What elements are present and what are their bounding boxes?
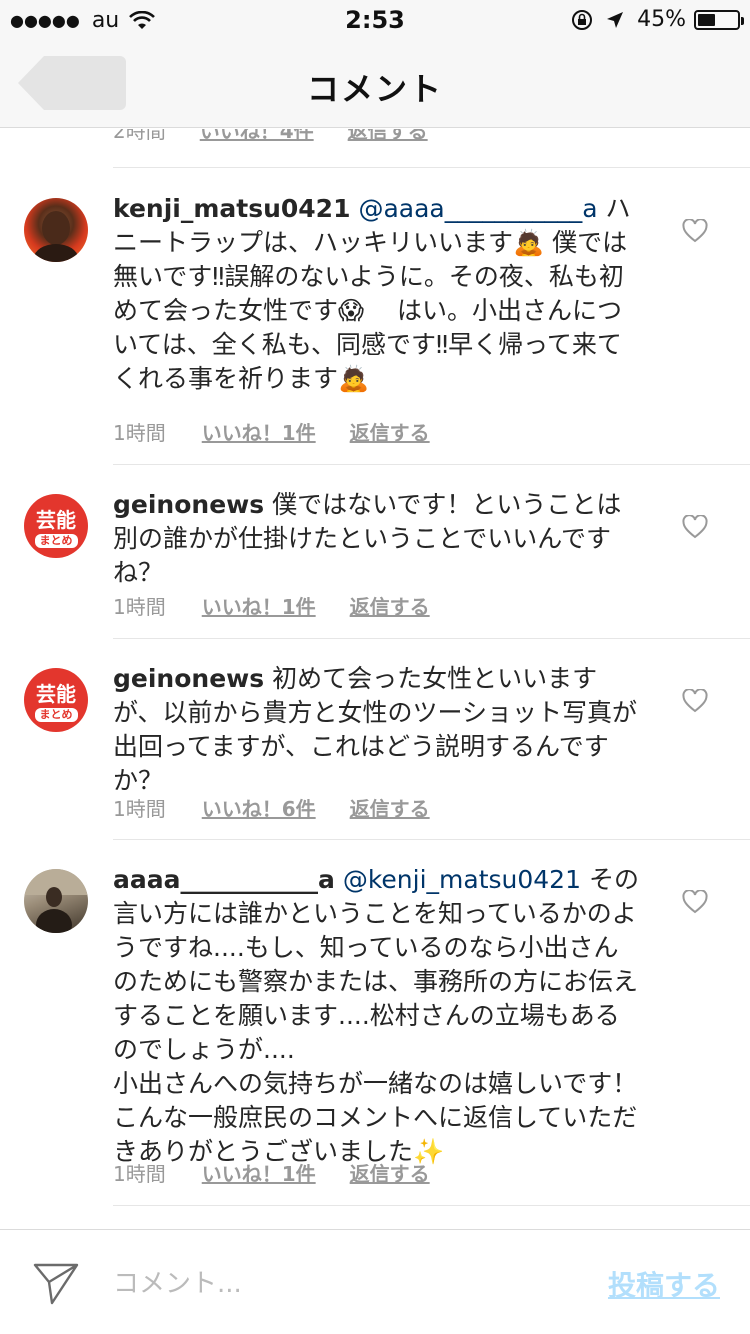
comment-meta: 1時間 いいね！6件 返信する xyxy=(113,793,430,822)
heart-icon[interactable] xyxy=(682,890,708,914)
avatar[interactable] xyxy=(24,198,88,262)
comment-text-block: aaaa___________a @kenji_matsu0421 その言い方に… xyxy=(113,863,643,1169)
avatar-badge-top: 芸能 xyxy=(36,507,76,532)
heart-icon[interactable] xyxy=(682,689,708,713)
comment-text-block: geinonews 僕ではないです！ということは別の誰かが仕掛けたということでい… xyxy=(113,488,643,590)
comment-username[interactable]: geinonews xyxy=(113,490,264,519)
comment-username[interactable]: kenji_matsu0421 xyxy=(113,194,350,223)
comment-mention[interactable]: @aaaa___________a xyxy=(358,194,597,223)
comment-input[interactable] xyxy=(113,1266,553,1302)
comment-text-continued: 小出さんへの気持ちが一緒なのは嬉しいです！こんな一般庶民のコメントへに返信してい… xyxy=(113,1069,638,1166)
avatar-badge-bottom: まとめ xyxy=(34,707,78,722)
likes-link[interactable]: いいね！6件 xyxy=(202,793,316,822)
comment-text: ハニートラップは、ハッキリいいます🙇 僕では無いです‼︎誤解のないように。その夜… xyxy=(113,194,631,393)
comment-username[interactable]: geinonews xyxy=(113,664,264,693)
reply-button[interactable]: 返信する xyxy=(350,1158,430,1187)
likes-link[interactable]: いいね！4件 xyxy=(200,129,314,144)
comment-time: 1時間 xyxy=(113,595,166,619)
status-right: 45% xyxy=(571,7,744,32)
divider xyxy=(113,1205,750,1206)
comment-time: 1時間 xyxy=(113,421,166,445)
comment-meta: 1時間 いいね！1件 返信する xyxy=(113,591,430,620)
comment-feed[interactable]: 2時間 いいね！4件 返信する kenji_matsu0421 @aaaa___… xyxy=(0,129,750,1229)
divider xyxy=(113,464,750,465)
heart-icon[interactable] xyxy=(682,219,708,243)
post-button[interactable]: 投稿する xyxy=(608,1264,720,1304)
avatar-badge-top: 芸能 xyxy=(36,681,76,706)
comment-input-bar: 投稿する xyxy=(0,1229,750,1334)
orientation-lock-icon xyxy=(572,9,593,30)
reply-button[interactable]: 返信する xyxy=(348,129,428,144)
avatar[interactable] xyxy=(24,869,88,933)
divider xyxy=(113,839,750,840)
nav-bar: コメント xyxy=(0,40,750,128)
comment-meta: 1時間 いいね！1件 返信する xyxy=(113,417,430,446)
page-title: コメント xyxy=(306,70,443,108)
comment-text-block: geinonews 初めて会った女性といいますが、以前から貴方と女性のツーショッ… xyxy=(113,662,643,798)
comment-time: 1時間 xyxy=(113,1162,166,1186)
comment-username[interactable]: aaaa___________a xyxy=(113,865,335,894)
comment-text: その言い方には誰かということを知っているかのようですね....もし、知っているの… xyxy=(113,865,639,1064)
likes-link[interactable]: いいね！1件 xyxy=(202,591,316,620)
divider xyxy=(113,638,750,639)
partial-comment-meta: 2時間 いいね！4件 返信する xyxy=(113,129,462,144)
direct-send-icon[interactable] xyxy=(32,1260,80,1306)
reply-button[interactable]: 返信する xyxy=(350,417,430,446)
avatar-badge-bottom: まとめ xyxy=(34,533,78,548)
battery-fill xyxy=(698,13,716,26)
comment-meta: 1時間 いいね！1件 返信する xyxy=(113,1158,430,1187)
heart-icon[interactable] xyxy=(682,515,708,539)
divider xyxy=(113,167,750,168)
status-bar: ●●●●● au 2:53 45% xyxy=(0,0,750,40)
avatar-photo xyxy=(24,869,88,933)
reply-button[interactable]: 返信する xyxy=(350,591,430,620)
avatar[interactable]: 芸能 まとめ xyxy=(24,668,88,732)
comment-mention[interactable]: @kenji_matsu0421 xyxy=(343,865,581,894)
battery-percent: 45% xyxy=(637,7,686,32)
comment-time: 2時間 xyxy=(113,129,166,143)
reply-button[interactable]: 返信する xyxy=(350,793,430,822)
likes-link[interactable]: いいね！1件 xyxy=(202,1158,316,1187)
avatar[interactable]: 芸能 まとめ xyxy=(24,494,88,558)
battery-icon xyxy=(694,9,744,30)
battery-cap xyxy=(741,16,744,25)
avatar-photo xyxy=(34,211,78,262)
likes-link[interactable]: いいね！1件 xyxy=(202,417,316,446)
comment-time: 1時間 xyxy=(113,797,166,821)
comment-text-block: kenji_matsu0421 @aaaa___________a ハニートラッ… xyxy=(113,192,643,396)
location-arrow-icon xyxy=(607,11,624,28)
